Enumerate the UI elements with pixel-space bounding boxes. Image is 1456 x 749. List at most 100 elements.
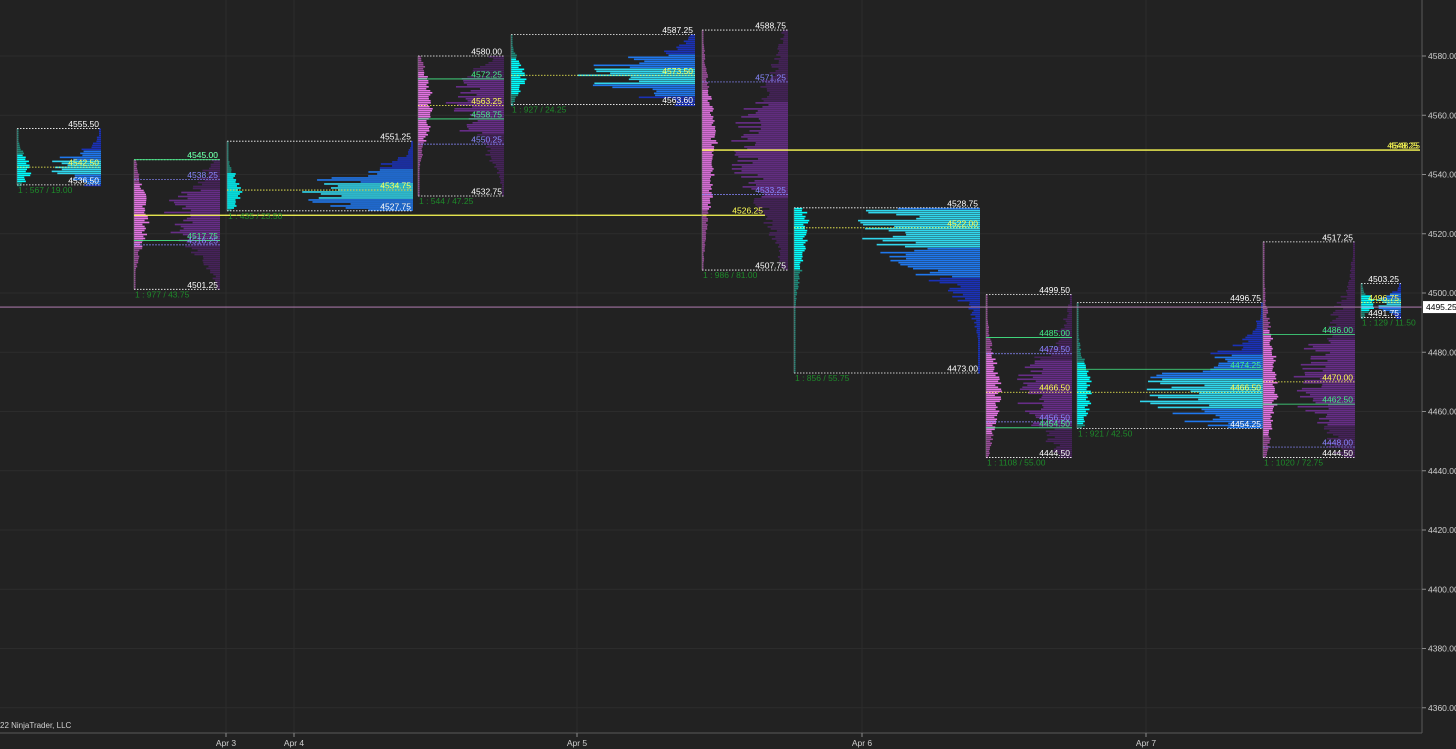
- profile-bar-left: [702, 144, 712, 146]
- profile-bar-right: [741, 136, 788, 138]
- profile-bar-right: [1066, 322, 1072, 325]
- profile-bar-right: [1350, 263, 1355, 266]
- profile-bar-left: [794, 239, 808, 242]
- profile-bar-right: [1247, 334, 1263, 337]
- profile-bar-right: [490, 152, 504, 154]
- profile-bar-right: [685, 42, 695, 45]
- profile-bar-right: [177, 195, 220, 198]
- profile-bar-right: [1255, 328, 1263, 331]
- profile-bar-left: [986, 412, 998, 415]
- profile-bar-right: [755, 112, 788, 114]
- profile-bar-left: [794, 271, 800, 274]
- profile-bar-left: [1263, 421, 1272, 424]
- profile-bar-right: [939, 281, 980, 284]
- profile-bar-left: [1077, 366, 1086, 369]
- profile-bar-left: [418, 68, 424, 70]
- profile-bar-left: [17, 150, 24, 153]
- profile-bar-left: [702, 50, 705, 52]
- profile-low-label: 4536.50: [68, 175, 99, 185]
- profile-bar-left: [511, 82, 525, 85]
- profile-bar-left: [702, 258, 705, 260]
- profile-bar-left: [702, 80, 707, 82]
- profile-bar-right: [970, 313, 980, 316]
- profile-bar-left: [134, 229, 145, 232]
- profile-bar-left: [702, 154, 714, 156]
- profile-bar-right: [1346, 285, 1355, 288]
- profile-bar-right: [1386, 303, 1401, 305]
- profile-bar-right: [677, 48, 695, 51]
- profile-bar-right: [91, 146, 101, 149]
- profile-bar-left: [134, 181, 140, 184]
- profile-bar-left: [227, 177, 234, 179]
- profile-bar-left: [702, 128, 716, 130]
- profile-bar-left: [702, 78, 707, 80]
- profile-bar-left: [418, 142, 424, 144]
- profile-bar-left: [134, 235, 144, 238]
- profile-bar-left: [1263, 353, 1273, 356]
- profile-bar-left: [1263, 401, 1273, 404]
- profile-bar-left: [702, 108, 714, 110]
- profile-bar-left: [418, 160, 421, 162]
- profile-bar-right: [978, 359, 980, 362]
- profile-bar-right: [741, 116, 788, 118]
- profile-bar-left: [1263, 339, 1271, 342]
- profile-bar-left: [1077, 418, 1084, 421]
- profile-bar-left: [134, 223, 143, 226]
- profile-bar-left: [418, 124, 428, 126]
- profile-bar-right: [976, 319, 980, 322]
- profile-low-label: 4444.50: [1322, 448, 1353, 458]
- profile-bar-left: [794, 219, 810, 222]
- profile-bar-right: [914, 249, 980, 252]
- profile-bar-left: [1361, 289, 1364, 291]
- profile-high-label: 4503.25: [1368, 274, 1399, 284]
- profile-bar-right: [1043, 400, 1072, 403]
- profile-bar-right: [1399, 285, 1401, 287]
- profile-low-label: 4454.25: [1230, 419, 1261, 429]
- profile-bar-right: [1325, 365, 1355, 368]
- profile-bar-left: [418, 64, 424, 66]
- profile-bar-left: [702, 196, 713, 198]
- profile-bar-right: [57, 172, 101, 175]
- profile-bar-right: [501, 186, 504, 188]
- profile-bar-right: [213, 273, 220, 276]
- profile-bar-left: [702, 116, 714, 118]
- profile-bar-right: [948, 289, 980, 292]
- profile-bar-right: [737, 160, 788, 162]
- profile-bar-left: [17, 154, 23, 157]
- profile-bar-left: [794, 237, 803, 240]
- profile-bar-left: [1263, 389, 1275, 392]
- profile-bar-right: [459, 130, 504, 132]
- profile-bar-right: [1346, 297, 1355, 300]
- profile-bar-right: [628, 78, 695, 81]
- profile-bar-right: [971, 317, 980, 320]
- profile-bar-left: [794, 211, 808, 214]
- profile-bar-right: [683, 40, 695, 43]
- profile-bar-right: [197, 181, 220, 184]
- profile-bar-right: [913, 267, 980, 270]
- profile-low-label: 4501.25: [187, 280, 218, 290]
- profile-bar-left: [1263, 371, 1276, 374]
- profile-bar-left: [1263, 365, 1274, 368]
- profile-bar-right: [1245, 336, 1263, 339]
- profile-bar-right: [502, 194, 504, 196]
- profile-bar-right: [1069, 302, 1072, 305]
- profile-bar-right: [892, 235, 980, 238]
- profile-bar-left: [986, 376, 1000, 379]
- profile-bar-left: [418, 74, 424, 76]
- profile-bar-left: [986, 348, 992, 351]
- profile-bar-left: [702, 204, 708, 206]
- profile-bar-right: [187, 193, 220, 196]
- profile-bar-left: [986, 322, 989, 325]
- profile-bar-right: [1034, 360, 1072, 363]
- profile-bar-right: [688, 36, 695, 39]
- profile-bar-left: [227, 207, 235, 209]
- profile-bar-left: [986, 328, 989, 331]
- profile-bar-right: [644, 60, 695, 63]
- profile-bar-right: [194, 253, 220, 256]
- profile-bar-right: [201, 183, 220, 186]
- profile-bar-left: [702, 168, 714, 170]
- volume-profile-chart[interactable]: 4555.50 4536.50 4542.50 1 : 567 / 19.00 4545…: [0, 0, 1456, 749]
- profile-bar-left: [17, 168, 27, 171]
- profile-bar-left: [794, 243, 804, 246]
- profile-bar-right: [1308, 343, 1355, 346]
